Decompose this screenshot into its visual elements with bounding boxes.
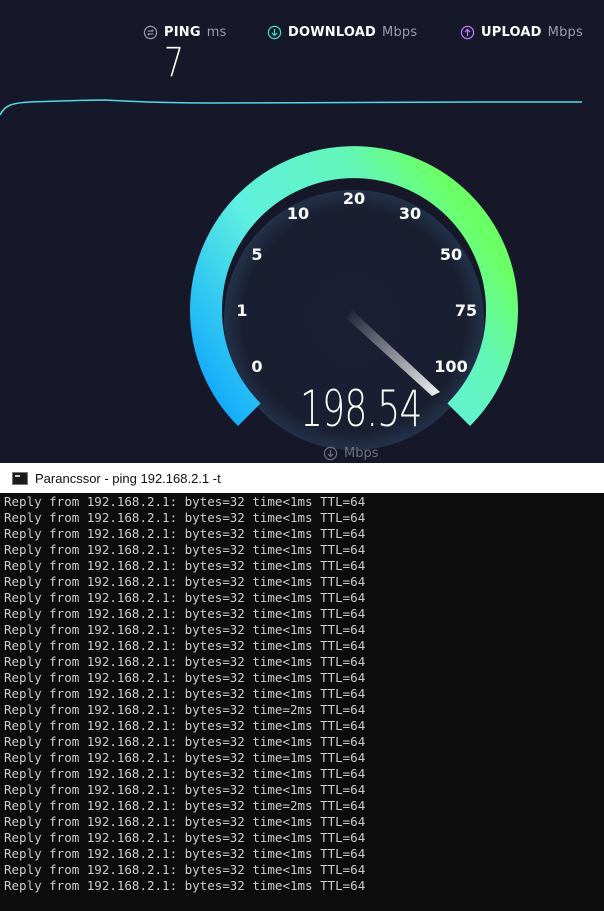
window-title: Parancssor - ping 192.168.2.1 -t xyxy=(35,470,221,486)
console-output: Reply from 192.168.2.1: bytes=32 time<1m… xyxy=(0,493,604,894)
download-small-icon xyxy=(323,446,338,461)
console-line: Reply from 192.168.2.1: bytes=32 time<1m… xyxy=(4,558,366,573)
console-line: Reply from 192.168.2.1: bytes=32 time<1m… xyxy=(4,542,366,557)
console-line: Reply from 192.168.2.1: bytes=32 time<1m… xyxy=(4,622,366,637)
gauge-tick-label: 0 xyxy=(251,357,262,376)
console-line: Reply from 192.168.2.1: bytes=32 time<1m… xyxy=(4,878,366,893)
console-line: Reply from 192.168.2.1: bytes=32 time<1m… xyxy=(4,606,366,621)
console-line: Reply from 192.168.2.1: bytes=32 time<1m… xyxy=(4,718,366,733)
console-line: Reply from 192.168.2.1: bytes=32 time<1m… xyxy=(4,830,366,845)
console-line: Reply from 192.168.2.1: bytes=32 time<1m… xyxy=(4,510,366,525)
console-line: Reply from 192.168.2.1: bytes=32 time=1m… xyxy=(4,750,366,765)
gauge-tick-label: 1 xyxy=(236,301,247,320)
console-line: Reply from 192.168.2.1: bytes=32 time<1m… xyxy=(4,782,366,797)
speedtest-panel: PING ms DOWNLOAD Mbps UPLOAD Mbps 7 0 1 … xyxy=(0,0,604,463)
console-line: Reply from 192.168.2.1: bytes=32 time<1m… xyxy=(4,862,366,877)
gauge-tick-label: 10 xyxy=(287,204,309,223)
console-line: Reply from 192.168.2.1: bytes=32 time<1m… xyxy=(4,766,366,781)
cmd-icon xyxy=(12,471,28,485)
gauge-tick-label: 30 xyxy=(399,204,421,223)
console-line: Reply from 192.168.2.1: bytes=32 time<1m… xyxy=(4,590,366,605)
console-line: Reply from 192.168.2.1: bytes=32 time<1m… xyxy=(4,526,366,541)
console-line: Reply from 192.168.2.1: bytes=32 time<1m… xyxy=(4,638,366,653)
console-line: Reply from 192.168.2.1: bytes=32 time<1m… xyxy=(4,654,366,669)
console-line: Reply from 192.168.2.1: bytes=32 time=2m… xyxy=(4,798,366,813)
speed-reading: 198.54 xyxy=(300,380,422,438)
reading-unit-label: Mbps xyxy=(344,446,379,461)
console-line: Reply from 192.168.2.1: bytes=32 time<1m… xyxy=(4,846,366,861)
console-line: Reply from 192.168.2.1: bytes=32 time<1m… xyxy=(4,494,366,509)
window-titlebar[interactable]: Parancssor - ping 192.168.2.1 -t xyxy=(0,463,604,493)
gauge-tick-label: 75 xyxy=(455,301,477,320)
gauge-tick-label: 5 xyxy=(251,245,262,264)
gauge-tick-label: 100 xyxy=(434,357,467,376)
gauge-tick-label: 50 xyxy=(440,245,462,264)
console-line: Reply from 192.168.2.1: bytes=32 time<1m… xyxy=(4,686,366,701)
reading-unit: Mbps xyxy=(323,446,379,461)
gauge-tick-label: 20 xyxy=(343,189,365,208)
console-line: Reply from 192.168.2.1: bytes=32 time<1m… xyxy=(4,574,366,589)
console-line: Reply from 192.168.2.1: bytes=32 time<1m… xyxy=(4,670,366,685)
console-line: Reply from 192.168.2.1: bytes=32 time<1m… xyxy=(4,734,366,749)
console-line: Reply from 192.168.2.1: bytes=32 time<1m… xyxy=(4,814,366,829)
command-prompt-window[interactable]: Parancssor - ping 192.168.2.1 -t Reply f… xyxy=(0,463,604,911)
console-line: Reply from 192.168.2.1: bytes=32 time=2m… xyxy=(4,702,366,717)
